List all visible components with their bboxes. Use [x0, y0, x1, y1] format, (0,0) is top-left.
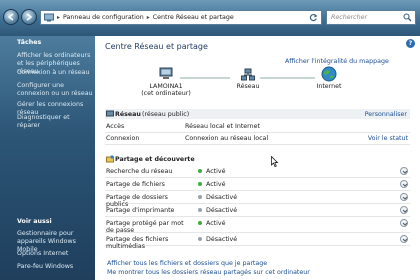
network-row-connection: Connexion Connexion au réseau local Voir… — [105, 133, 410, 145]
row-label: Partage protégé par mot de passe — [106, 220, 184, 234]
status-off-icon — [198, 237, 202, 241]
sharing-section-header: Partage et découverte — [105, 154, 410, 164]
row-state: Désactivé — [206, 236, 238, 243]
sharing-row-media-sharing: Partage des fichiers multimédias Désactiv… — [105, 234, 410, 250]
search-input[interactable]: Rechercher — [326, 10, 416, 25]
tasks-heading: Tâches — [17, 39, 42, 46]
network-label: Réseau — [236, 83, 260, 90]
view-full-map-link[interactable]: Afficher l'intégralité du mappage — [285, 58, 389, 65]
link-windows-firewall[interactable]: Pare-feu Windows — [17, 263, 93, 271]
row-value: Connexion au réseau local — [185, 135, 269, 142]
breadcrumb-item-network-center[interactable]: Centre Réseau et partage — [153, 14, 234, 21]
task-setup-connection[interactable]: Configurer une connexion ou un réseau — [17, 82, 93, 98]
breadcrumb[interactable]: ▸ Panneau de configuration ▸ Centre Rése… — [40, 10, 322, 25]
breadcrumb-separator-icon: ▸ — [57, 14, 61, 21]
forward-button[interactable] — [21, 9, 37, 25]
link-internet-options[interactable]: Options Internet — [17, 250, 93, 258]
expand-chevron-icon[interactable] — [400, 180, 408, 188]
network-type: (réseau public) — [142, 111, 190, 118]
network-icon — [241, 68, 255, 81]
internet-globe-icon — [321, 66, 337, 82]
view-status-link[interactable]: Voir le statut — [368, 135, 408, 142]
network-section-icon — [106, 110, 114, 117]
sharing-row-network-discovery: Recherche du réseau Activé — [105, 166, 410, 178]
row-state: Activé — [206, 181, 226, 188]
sharing-title: Partage et découverte — [115, 156, 195, 163]
network-row-access: Accès Réseau local et Internet — [105, 121, 410, 133]
computer-icon — [159, 67, 173, 79]
status-on-icon — [198, 221, 202, 225]
row-value: Réseau local et Internet — [185, 123, 260, 130]
sharing-row-printer-sharing: Partage d'imprimante Désactivé — [105, 205, 410, 217]
expand-chevron-icon[interactable] — [400, 235, 408, 243]
expand-chevron-icon[interactable] — [400, 206, 408, 214]
page-title: Centre Réseau et partage — [105, 42, 208, 51]
row-state: Désactivé — [206, 194, 238, 201]
row-label: Partage de fichiers — [106, 181, 165, 188]
row-label: Recherche du réseau — [106, 168, 173, 175]
status-off-icon — [198, 195, 202, 199]
row-label: Partage des fichiers multimédias — [106, 236, 169, 250]
show-shared-folders-link[interactable]: Me montrer tous les dossiers réseau part… — [107, 269, 310, 276]
main-content: ? Centre Réseau et partage Afficher l'in… — [95, 36, 420, 280]
search-placeholder: Rechercher — [331, 14, 368, 21]
row-state: Activé — [206, 168, 226, 175]
help-icon[interactable]: ? — [406, 39, 415, 48]
task-diagnose-repair[interactable]: Diagnostiquer et réparer — [17, 114, 93, 130]
sharing-row-public-folder-sharing: Partage de dossiers publics Désactivé — [105, 192, 410, 208]
back-arrow-icon — [7, 13, 14, 21]
back-button[interactable] — [3, 9, 19, 25]
row-state: Désactivé — [206, 207, 238, 214]
row-state: Activé — [206, 220, 226, 227]
row-label: Connexion — [106, 135, 140, 142]
breadcrumb-item-control-panel[interactable]: Panneau de configuration — [63, 14, 144, 21]
row-label: Partage d'imprimante — [106, 207, 175, 214]
customize-link[interactable]: Personnaliser — [365, 111, 407, 118]
mouse-cursor-icon — [271, 156, 279, 167]
window: ▸ Panneau de configuration ▸ Centre Rése… — [0, 0, 420, 280]
computer-subtitle: (cet ordinateur) — [141, 90, 191, 97]
status-off-icon — [198, 208, 202, 212]
status-on-icon — [198, 169, 202, 173]
row-label: Accès — [106, 123, 125, 130]
expand-chevron-icon[interactable] — [400, 219, 408, 227]
status-on-icon — [198, 182, 202, 186]
expand-chevron-icon[interactable] — [400, 167, 408, 175]
see-also-heading: Voir aussi — [17, 218, 52, 225]
sharing-section-icon — [106, 155, 114, 163]
task-connect-network[interactable]: Connexion à un réseau — [17, 69, 93, 77]
sharing-row-password-protected-sharing: Partage protégé par mot de passe Activé — [105, 218, 410, 234]
network-name: Réseau — [115, 111, 141, 118]
forward-arrow-icon — [26, 13, 33, 21]
refresh-icon[interactable] — [308, 12, 319, 23]
show-shared-files-link[interactable]: Afficher tous les fichiers et dossiers q… — [107, 260, 267, 267]
address-toolbar: ▸ Panneau de configuration ▸ Centre Rése… — [0, 0, 420, 36]
computer-name: LAMOINA1 — [149, 83, 183, 90]
internet-label: Internet — [316, 83, 342, 90]
network-folder-icon — [44, 13, 54, 22]
breadcrumb-separator-icon: ▸ — [146, 14, 150, 21]
expand-chevron-icon[interactable] — [400, 193, 408, 201]
sharing-row-file-sharing: Partage de fichiers Activé — [105, 179, 410, 191]
task-pane: Tâches Afficher les ordinateurs et les p… — [0, 36, 95, 280]
search-icon[interactable] — [403, 13, 412, 22]
network-section-header: Réseau (réseau public) Personnaliser — [105, 109, 410, 119]
